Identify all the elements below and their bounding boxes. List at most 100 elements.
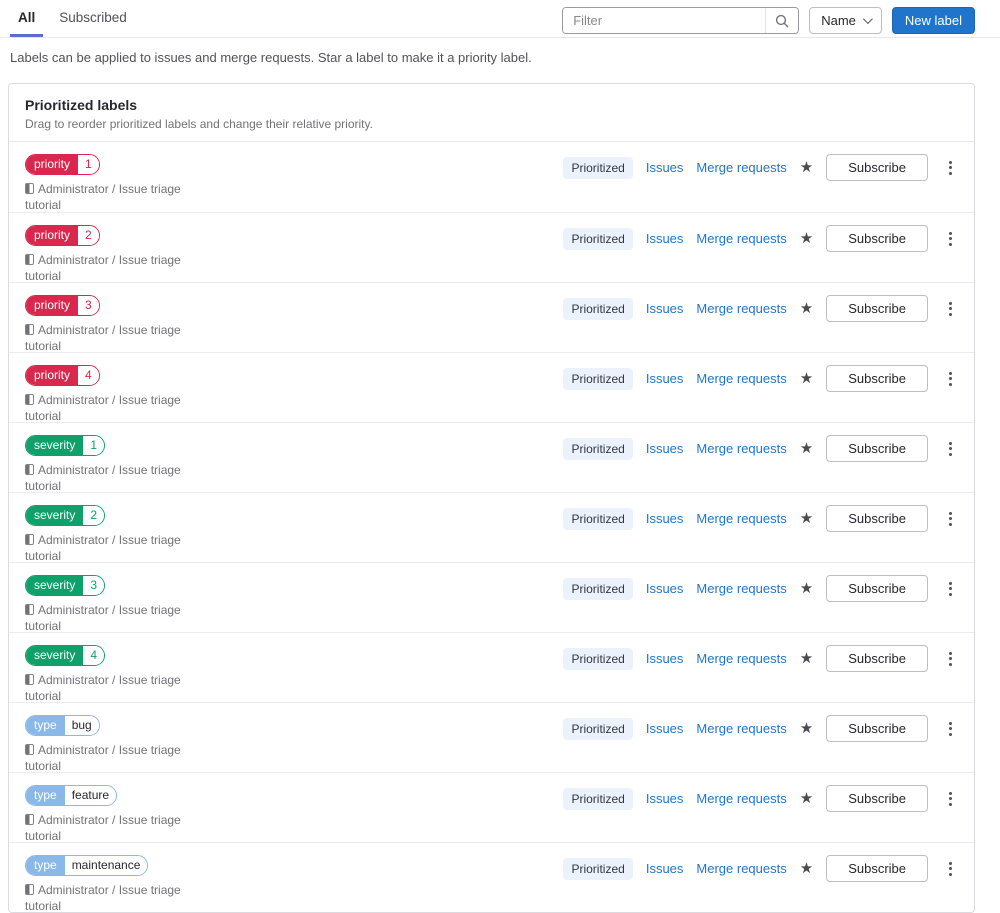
tab-subscribed[interactable]: Subscribed [51,0,135,37]
project-link[interactable]: Administrator / Issue triage tutorial [25,393,220,425]
subscribe-button[interactable]: Subscribe [826,855,928,882]
issues-link[interactable]: Issues [646,301,684,316]
label-scope: type [26,716,65,735]
issues-link[interactable]: Issues [646,441,684,456]
kebab-menu-icon[interactable] [943,857,958,881]
kebab-menu-icon[interactable] [943,227,958,251]
merge-requests-link[interactable]: Merge requests [696,371,786,386]
scoped-label[interactable]: priority 1 [25,154,100,175]
search-icon[interactable] [765,8,799,33]
star-icon[interactable]: ★ [800,371,813,386]
project-link[interactable]: Administrator / Issue triage tutorial [25,182,220,214]
star-icon[interactable]: ★ [800,721,813,736]
project-link[interactable]: Administrator / Issue triage tutorial [25,463,220,495]
issues-link[interactable]: Issues [646,231,684,246]
label-info: priority 4 Administrator / Issue triage t… [25,365,220,425]
scoped-label[interactable]: severity 1 [25,435,106,456]
subscribe-button[interactable]: Subscribe [826,715,928,742]
star-icon[interactable]: ★ [800,441,813,456]
scoped-label[interactable]: priority 4 [25,365,100,386]
star-icon[interactable]: ★ [800,511,813,526]
filter-input[interactable] [563,8,766,33]
scoped-label[interactable]: severity 3 [25,575,106,596]
kebab-menu-icon[interactable] [943,367,958,391]
subscribe-button[interactable]: Subscribe [826,645,928,672]
merge-requests-link[interactable]: Merge requests [696,581,786,596]
subscribe-button[interactable]: Subscribe [826,154,928,181]
label-scope: type [26,786,65,805]
star-icon[interactable]: ★ [800,651,813,666]
scoped-label[interactable]: type feature [25,785,118,806]
kebab-menu-icon[interactable] [943,437,958,461]
label-scope: severity [26,646,84,665]
issues-link[interactable]: Issues [646,721,684,736]
label-scope: type [26,856,65,875]
merge-requests-link[interactable]: Merge requests [696,160,786,175]
kebab-menu-icon[interactable] [943,156,958,180]
kebab-menu-icon[interactable] [943,507,958,531]
issues-link[interactable]: Issues [646,511,684,526]
tab-all[interactable]: All [10,0,44,37]
project-link[interactable]: Administrator / Issue triage tutorial [25,743,220,775]
subscribe-button[interactable]: Subscribe [826,785,928,812]
label-info: severity 4 Administrator / Issue triage t… [25,645,220,705]
project-icon [25,744,34,755]
scoped-label[interactable]: priority 3 [25,295,100,316]
star-icon[interactable]: ★ [800,861,813,876]
project-link[interactable]: Administrator / Issue triage tutorial [25,883,220,913]
subscribe-button[interactable]: Subscribe [826,225,928,252]
sort-dropdown[interactable]: Name [809,7,882,34]
merge-requests-link[interactable]: Merge requests [696,441,786,456]
issues-link[interactable]: Issues [646,581,684,596]
kebab-menu-icon[interactable] [943,717,958,741]
merge-requests-link[interactable]: Merge requests [696,511,786,526]
subscribe-button[interactable]: Subscribe [826,295,928,322]
subscribe-button[interactable]: Subscribe [826,575,928,602]
merge-requests-link[interactable]: Merge requests [696,721,786,736]
merge-requests-link[interactable]: Merge requests [696,651,786,666]
project-link[interactable]: Administrator / Issue triage tutorial [25,533,220,565]
label-value: 2 [78,226,99,245]
issues-link[interactable]: Issues [646,651,684,666]
scoped-label[interactable]: severity 4 [25,645,106,666]
subscribe-button[interactable]: Subscribe [826,505,928,532]
issues-link[interactable]: Issues [646,791,684,806]
subscribe-button[interactable]: Subscribe [826,435,928,462]
row-actions: Prioritized Issues Merge requests ★ Subs… [563,645,958,672]
kebab-menu-icon[interactable] [943,297,958,321]
subscribe-button[interactable]: Subscribe [826,365,928,392]
kebab-menu-icon[interactable] [943,577,958,601]
star-icon[interactable]: ★ [800,581,813,596]
scoped-label[interactable]: priority 2 [25,225,100,246]
label-value: 1 [78,155,99,174]
issues-link[interactable]: Issues [646,861,684,876]
project-link[interactable]: Administrator / Issue triage tutorial [25,253,220,285]
row-actions: Prioritized Issues Merge requests ★ Subs… [563,855,958,882]
merge-requests-link[interactable]: Merge requests [696,791,786,806]
new-label-button[interactable]: New label [891,7,975,34]
star-icon[interactable]: ★ [800,231,813,246]
project-link[interactable]: Administrator / Issue triage tutorial [25,813,220,845]
label-row: severity 4 Administrator / Issue triage t… [9,632,974,705]
star-icon[interactable]: ★ [800,791,813,806]
kebab-menu-icon[interactable] [943,787,958,811]
project-link[interactable]: Administrator / Issue triage tutorial [25,323,220,355]
merge-requests-link[interactable]: Merge requests [696,301,786,316]
star-icon[interactable]: ★ [800,301,813,316]
star-icon[interactable]: ★ [800,160,813,175]
project-link[interactable]: Administrator / Issue triage tutorial [25,603,220,635]
label-value: bug [64,716,99,735]
kebab-menu-icon[interactable] [943,647,958,671]
merge-requests-link[interactable]: Merge requests [696,861,786,876]
issues-link[interactable]: Issues [646,160,684,175]
scoped-label[interactable]: severity 2 [25,505,106,526]
label-value: 4 [83,646,105,665]
merge-requests-link[interactable]: Merge requests [696,231,786,246]
scoped-label[interactable]: type maintenance [25,855,149,876]
issues-link[interactable]: Issues [646,371,684,386]
row-actions: Prioritized Issues Merge requests ★ Subs… [563,295,958,322]
scoped-label[interactable]: type bug [25,715,100,736]
project-link[interactable]: Administrator / Issue triage tutorial [25,673,220,705]
project-name: Administrator / Issue triage tutorial [25,813,181,843]
project-icon [25,534,34,545]
